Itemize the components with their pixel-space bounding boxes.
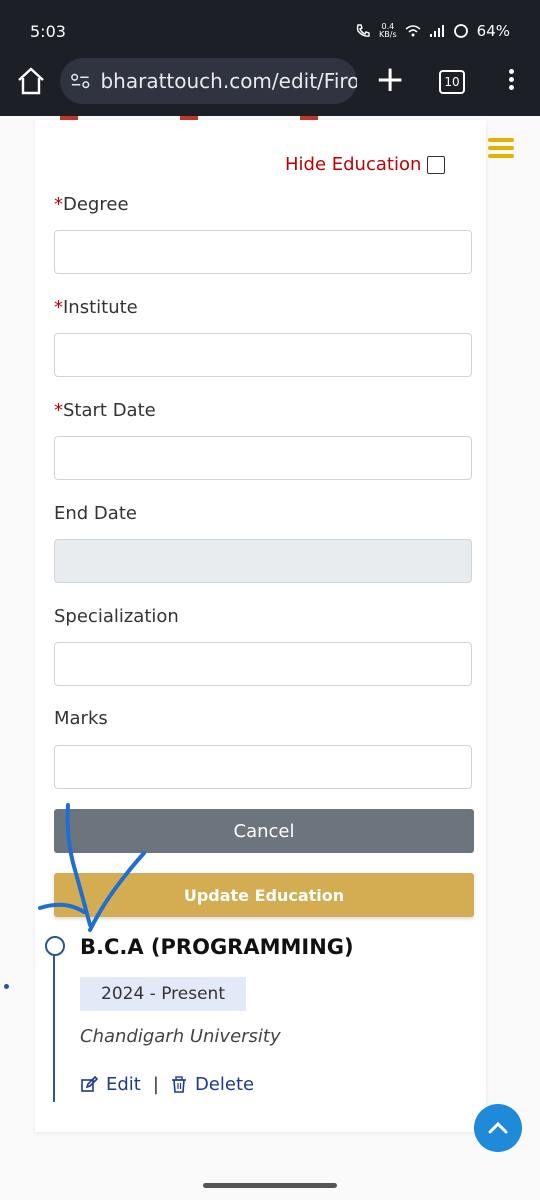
gesture-home-bar[interactable] <box>203 1183 337 1188</box>
scroll-to-top-button[interactable] <box>474 1104 522 1152</box>
chevron-up-icon <box>488 1121 508 1134</box>
hand-drawn-arrow-annotation <box>38 803 146 932</box>
